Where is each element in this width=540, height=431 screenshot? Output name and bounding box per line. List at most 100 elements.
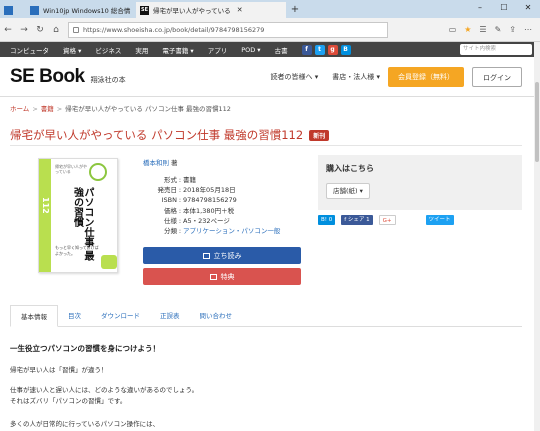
refresh-icon[interactable]: ↻ (32, 25, 48, 35)
nav-practical[interactable]: 実用 (135, 45, 148, 55)
googleplus-button[interactable]: G+ (378, 215, 396, 225)
book-title: 帰宅が早い人がやっている パソコン仕事 最強の習慣112 (10, 128, 304, 142)
cover-top-text: 帰宅が早い人がやっている (55, 164, 87, 174)
breadcrumb-current: 帰宅が早い人がやっている パソコン仕事 最強の習慣112 (65, 105, 231, 113)
home-icon[interactable]: ⌂ (48, 25, 64, 35)
tab-contact[interactable]: 問い合わせ (190, 305, 243, 327)
nav-license[interactable]: 資格 ▾ (63, 45, 81, 55)
browser-tab-0[interactable] (0, 2, 26, 18)
register-button[interactable]: 会員登録（無料） (388, 66, 464, 87)
readers-link[interactable]: 読者の皆様へ ▾ (271, 72, 319, 82)
page-icon (4, 5, 13, 15)
nav-business[interactable]: ビジネス (95, 45, 121, 55)
more-icon[interactable]: ⋯ (524, 25, 532, 34)
nav-ebook[interactable]: 電子書籍 ▾ (162, 45, 193, 55)
breadcrumb-separator: > (32, 105, 38, 113)
hub-icon[interactable]: ☰ (479, 25, 486, 34)
meta-key: 価格 (164, 206, 177, 215)
window-controls: – ☐ ✕ (468, 0, 540, 16)
tab-basic-info[interactable]: 基本情報 (10, 305, 58, 327)
url-field[interactable]: https://www.shoeisha.co.jp/book/detail/9… (68, 21, 388, 38)
page-scrollbar[interactable] (534, 42, 540, 431)
browse-button[interactable]: 立ち読み (143, 247, 301, 264)
note-icon[interactable]: ✎ (495, 25, 502, 34)
minimize-icon[interactable]: – (468, 0, 492, 16)
se-book-logo[interactable]: SE Book (10, 66, 85, 88)
facebook-share-button[interactable]: f シェア 1 (341, 215, 373, 225)
forward-icon[interactable]: → (16, 25, 32, 35)
breadcrumb-home[interactable]: ホーム (10, 105, 29, 113)
se-favicon-icon: SE (140, 5, 149, 15)
googleplus-icon[interactable]: g (327, 44, 338, 55)
logo-subtitle: 翔泳社の本 (90, 75, 126, 84)
nav-pod[interactable]: POD ▾ (241, 46, 260, 54)
content-heading: 一生役立つパソコンの習慣を身につけよう！ (10, 344, 160, 353)
twitter-icon[interactable]: t (314, 44, 325, 55)
nav-apps[interactable]: アプリ (208, 45, 228, 55)
close-icon[interactable]: ✕ (237, 6, 243, 14)
breadcrumb-books[interactable]: 書籍 (41, 105, 54, 113)
facebook-icon[interactable]: f (301, 44, 312, 55)
gift-icon (209, 273, 217, 280)
meta-row: 形式: 書籍 (143, 175, 280, 185)
meta-key: 仕様 (164, 216, 177, 225)
site-top-nav: コンピュータ 資格 ▾ ビジネス 実用 電子書籍 ▾ アプリ POD ▾ 古書 … (0, 42, 540, 57)
maximize-icon[interactable]: ☐ (492, 0, 516, 16)
new-badge: 新刊 (309, 129, 330, 141)
meta-row: 仕様: A5・232ページ (143, 216, 280, 226)
share-icon[interactable]: ⇪ (509, 25, 516, 34)
new-tab-icon[interactable]: + (286, 2, 304, 18)
store-select[interactable]: 店舗(紙) ▾ (326, 183, 370, 199)
meta-row: 発売日:2018年05月18日 (143, 185, 280, 195)
login-button[interactable]: ログイン (472, 66, 522, 87)
cover-green-band (39, 159, 51, 272)
browser-tab-bar: Win10jp Windows10 総合情 SE 帰宅が早い人がやっている ✕ … (0, 0, 540, 18)
reading-view-icon[interactable]: ▭ (449, 25, 457, 34)
meta-key: ISBN (161, 196, 177, 205)
detail-tabs: 基本情報 目次 ダウンロード 正誤表 問い合わせ (10, 305, 522, 327)
browser-tools: ▭ ★ ☰ ✎ ⇪ ⋯ (449, 25, 540, 34)
meta-key: 形式 (164, 176, 177, 184)
tweet-button[interactable]: ツイート (425, 215, 454, 225)
breadcrumb-separator: > (56, 105, 63, 113)
lock-icon (73, 26, 79, 33)
back-icon[interactable]: ← (0, 25, 16, 35)
nav-computer[interactable]: コンピュータ (10, 45, 49, 55)
tab-errata[interactable]: 正誤表 (150, 305, 190, 327)
cover-note: もっと早く知っておけばよかった。 (55, 245, 99, 256)
meta-isbn: 9784798156279 (183, 196, 237, 205)
meta-row: ISBN:9784798156279 (143, 195, 280, 205)
clock-icon (89, 163, 107, 181)
hatena-bookmark-button[interactable]: B! 0 (318, 215, 336, 225)
tab-download[interactable]: ダウンロード (91, 305, 150, 327)
tab-toc[interactable]: 目次 (58, 305, 91, 327)
breadcrumb: ホーム > 書籍 > 帰宅が早い人がやっている パソコン仕事 最強の習慣112 (10, 103, 231, 113)
browser-tab-2-active[interactable]: SE 帰宅が早い人がやっている ✕ (136, 2, 286, 18)
meta-spec: A5・232ページ (183, 216, 230, 225)
meta-category-link[interactable]: アプリケーション・パソコン一般 (183, 226, 280, 236)
browse-label: 立ち読み (213, 251, 242, 260)
nav-used-books[interactable]: 古書 (275, 45, 288, 55)
book-cover-image[interactable]: 112 帰宅が早い人がやっている パソコン仕事 最強の習慣 もっと早く知っておけ… (38, 158, 118, 273)
browser-tab-1[interactable]: Win10jp Windows10 総合情 (26, 2, 136, 18)
favorite-star-icon[interactable]: ★ (464, 25, 471, 34)
shops-link[interactable]: 書店・法人様 ▾ (332, 72, 380, 82)
meta-price: 本体1,380円＋税 (183, 206, 235, 215)
meta-key: 分類 (164, 227, 177, 236)
tab-label: Win10jp Windows10 総合情 (43, 7, 131, 15)
win10jp-icon (30, 5, 39, 15)
bonus-button[interactable]: 特典 (143, 268, 301, 285)
meta-row: 分類: アプリケーション・パソコン一般 (143, 226, 280, 236)
cover-tag (101, 255, 117, 269)
book-icon (202, 252, 210, 259)
scrollbar-thumb[interactable] (535, 82, 539, 162)
meta-format: 書籍 (183, 176, 196, 184)
share-buttons: B! 0 f シェア 1 G+ ツイート (318, 215, 460, 225)
site-search-input[interactable]: サイト内検索 (460, 44, 532, 55)
hatena-icon[interactable]: B (340, 44, 351, 55)
url-text: https://www.shoeisha.co.jp/book/detail/9… (83, 25, 265, 34)
tab-label: 帰宅が早い人がやっている (153, 7, 231, 15)
author-link[interactable]: 橋本和則 (143, 159, 169, 167)
meta-row: 価格: 本体1,380円＋税 (143, 206, 280, 216)
close-window-icon[interactable]: ✕ (516, 0, 540, 16)
